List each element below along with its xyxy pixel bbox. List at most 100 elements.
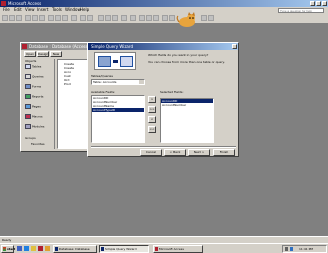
office-assistant-icon[interactable] (176, 12, 198, 28)
tables-queries-label: Tables/Queries (91, 74, 113, 78)
taskbar: start Database: Database Simple Query Wi… (0, 243, 328, 253)
paste-icon[interactable] (62, 15, 68, 21)
menu-help[interactable]: Help (80, 7, 89, 13)
help-icon[interactable] (130, 15, 136, 21)
wizard-close-button[interactable] (232, 44, 237, 49)
add-field-button[interactable]: > (148, 96, 156, 103)
menu-insert[interactable]: Insert (37, 7, 48, 13)
reports-icon (25, 94, 31, 99)
analyze-icon[interactable] (87, 15, 93, 21)
remove-field-button[interactable]: < (148, 116, 156, 123)
back-button[interactable]: < Back (164, 149, 186, 156)
app-title-text: Microsoft Access (8, 1, 42, 6)
tables-queries-select[interactable]: Table: Accounts (91, 79, 145, 85)
nav-forms[interactable]: Forms (25, 84, 53, 93)
nav-queries[interactable]: Queries (25, 74, 53, 83)
copy-icon[interactable] (55, 15, 61, 21)
wizard-header-graphic (94, 52, 136, 70)
internet-explorer-icon[interactable] (24, 246, 29, 251)
outlook-icon[interactable] (31, 246, 36, 251)
menu-window[interactable]: Window (65, 7, 81, 13)
chevron-down-icon[interactable] (139, 80, 144, 84)
taskbar-access-button[interactable]: Microsoft Access (153, 245, 203, 253)
links-icon[interactable] (80, 15, 86, 21)
next-button[interactable]: Next > (188, 149, 210, 156)
properties-icon[interactable] (105, 15, 111, 21)
arrow-graphic-icon (113, 60, 118, 63)
db-open-button[interactable]: Open (24, 51, 36, 57)
new-icon[interactable] (2, 15, 8, 21)
nav-modules[interactable]: Modules (25, 124, 53, 133)
print-icon[interactable] (25, 15, 31, 21)
nav-tables[interactable]: Tables (25, 64, 53, 73)
italic-icon[interactable] (169, 15, 175, 21)
help-question-input[interactable] (278, 8, 324, 13)
fill-color-icon[interactable] (208, 15, 214, 21)
available-field-item-selected[interactable]: AccountTypeID (92, 108, 144, 112)
db-design-button[interactable]: Design (37, 51, 49, 57)
nav-macros[interactable]: Macros (25, 114, 53, 123)
align-center-icon[interactable] (146, 15, 152, 21)
show-desktop-icon[interactable] (17, 246, 22, 251)
app-title-bar: Microsoft Access (0, 0, 328, 7)
taskbar-wizard-button[interactable]: Simple Query Wizard (99, 245, 149, 253)
explorer-icon[interactable] (45, 246, 50, 251)
access-app-icon (1, 1, 6, 6)
nav-pages[interactable]: Pages (25, 104, 53, 113)
code-icon[interactable] (98, 15, 104, 21)
save-icon[interactable] (16, 15, 22, 21)
menu-view[interactable]: View (25, 7, 35, 13)
nav-pages-label: Pages (31, 104, 41, 109)
menu-tools[interactable]: Tools (52, 7, 62, 13)
app-close-button[interactable] (322, 1, 327, 6)
add-all-fields-button[interactable]: >> (148, 106, 156, 113)
selected-fields-label: Selected Fields: (160, 90, 184, 94)
align-right-icon[interactable] (153, 15, 159, 21)
wizard-hint: You can choose from more than one table … (148, 60, 225, 64)
favorites-item[interactable]: Favorites (31, 142, 45, 146)
toolbar (0, 12, 328, 27)
windows-logo-icon (3, 247, 6, 251)
access-quicklaunch-icon[interactable] (38, 246, 43, 251)
cancel-button[interactable]: Cancel (140, 149, 162, 156)
taskbar-database-label: Database: Database (59, 247, 90, 251)
tray-clock[interactable]: 11:41 PM (299, 246, 313, 252)
query-wizard-dialog: Simple Query Wizard Which fields do you … (87, 42, 239, 157)
menu-file[interactable]: File (3, 7, 10, 13)
app-maximize-button[interactable] (316, 1, 321, 6)
menu-bar: File Edit View Insert Tools Window Help (0, 7, 328, 14)
relationships-icon[interactable] (112, 15, 118, 21)
start-button[interactable]: start (1, 245, 15, 253)
selected-fields-list[interactable]: AccountID AccountNumber (160, 98, 214, 143)
database-icon (22, 44, 27, 49)
cut-icon[interactable] (48, 15, 54, 21)
remove-all-fields-button[interactable]: << (148, 126, 156, 133)
network-icon[interactable] (290, 247, 293, 251)
nav-reports[interactable]: Reports (25, 94, 53, 103)
taskbar-access-label: Microsoft Access (159, 247, 184, 251)
selected-field-item[interactable]: AccountNumber (161, 103, 213, 107)
forms-icon (25, 84, 31, 89)
finish-button[interactable]: Finish (213, 149, 235, 156)
open-icon[interactable] (9, 15, 15, 21)
bold-icon[interactable] (162, 15, 168, 21)
query-wizard-title-bar: Simple Query Wizard (88, 43, 238, 50)
taskbar-database-button[interactable]: Database: Database (53, 245, 97, 253)
wizard-separator (91, 146, 236, 148)
font-color-icon[interactable] (201, 15, 207, 21)
spelling-icon[interactable] (39, 15, 45, 21)
print-preview-icon[interactable] (32, 15, 38, 21)
menu-edit[interactable]: Edit (14, 7, 22, 13)
new-object-icon[interactable] (121, 15, 127, 21)
db-new-button[interactable]: New (50, 51, 62, 57)
queries-icon (25, 74, 31, 79)
undo-icon[interactable] (71, 15, 77, 21)
nav-reports-label: Reports (31, 94, 44, 99)
modules-icon (25, 124, 31, 129)
app-minimize-button[interactable] (310, 1, 315, 6)
align-left-icon[interactable] (139, 15, 145, 21)
available-fields-list[interactable]: AccountID AccountNumber AccountName Acco… (91, 95, 145, 143)
volume-icon[interactable] (285, 247, 288, 251)
status-bar: Ready (0, 236, 328, 243)
system-tray: 11:41 PM (282, 245, 327, 253)
